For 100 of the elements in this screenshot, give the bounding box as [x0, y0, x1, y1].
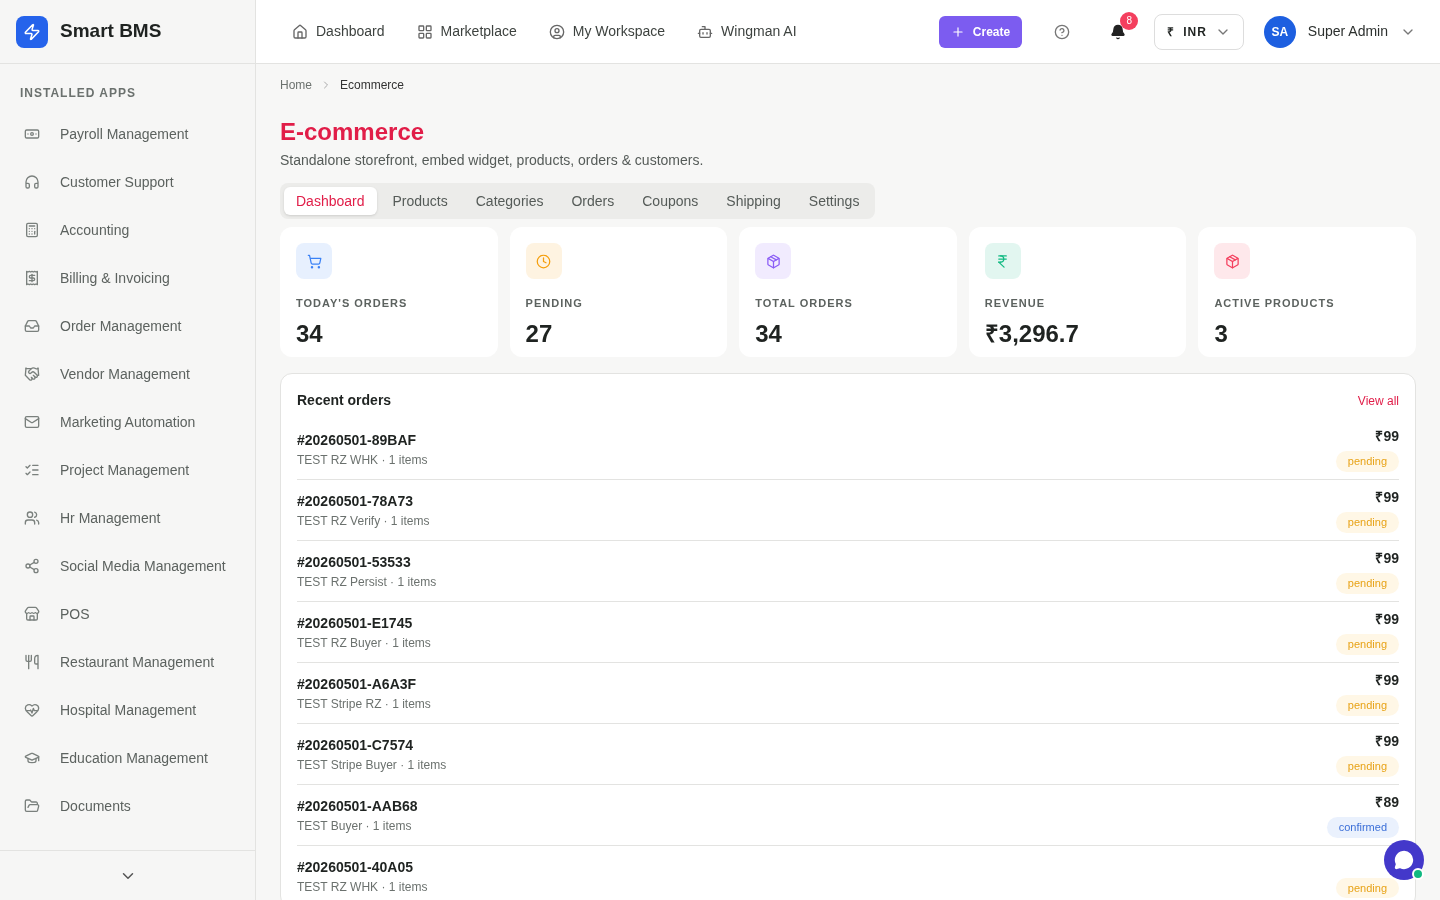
envelope-icon — [24, 414, 40, 430]
tab[interactable]: Categories — [463, 187, 556, 215]
stat-label: ACTIVE PRODUCTS — [1214, 296, 1336, 311]
tab[interactable]: Shipping — [714, 187, 793, 215]
status-badge: pending — [1335, 695, 1399, 716]
utensils-icon — [24, 654, 40, 670]
sidebar-item[interactable]: Restaurant Management — [16, 638, 239, 686]
chat-bubble-icon — [1394, 850, 1414, 870]
cart-icon — [306, 253, 322, 269]
heart-pulse-icon — [24, 702, 40, 718]
calculator-icon — [24, 222, 40, 238]
sidebar-item[interactable]: Education Management — [16, 734, 239, 782]
sidebar-item[interactable]: Social Media Management — [16, 542, 239, 590]
status-badge: pending — [1335, 512, 1399, 533]
nav-link[interactable]: Wingman AI — [685, 13, 809, 50]
card-title: Recent orders — [297, 391, 392, 410]
status-badge: pending — [1335, 451, 1399, 472]
package-icon — [1224, 253, 1240, 269]
tab[interactable]: Coupons — [630, 187, 711, 215]
share-icon — [24, 558, 40, 574]
order-id: #20260501-AAB68 — [297, 796, 418, 816]
graduation-cap-icon — [24, 750, 40, 766]
stat-value: ₹3,296.7 — [984, 318, 1080, 349]
bell-icon — [1110, 23, 1127, 40]
sidebar-item[interactable]: POS — [16, 590, 239, 638]
status-badge: pending — [1335, 634, 1399, 655]
home-icon — [292, 23, 308, 40]
order-amount: ₹99 — [1375, 549, 1399, 569]
order-id: #20260501-89BAF — [297, 430, 418, 450]
order-id: #20260501-C7574 — [297, 735, 414, 755]
order-detail: TEST RZ WHK · 1 items — [297, 878, 428, 896]
status-badge: confirmed — [1326, 817, 1399, 838]
stat-label: PENDING — [525, 296, 584, 311]
page-subtitle: Standalone storefront, embed widget, products, orders & customers. — [280, 151, 705, 170]
sidebar-item[interactable]: Documents — [16, 782, 239, 830]
breadcrumb-current: Ecommerce — [340, 77, 405, 94]
sidebar-item[interactable]: Marketing Automation — [16, 398, 239, 446]
order-amount: ₹99 — [1375, 610, 1399, 630]
nav-link[interactable]: Dashboard — [280, 13, 397, 50]
user-circle-icon — [548, 23, 565, 40]
sidebar-item[interactable]: Hr Management — [16, 494, 239, 542]
handshake-icon — [24, 366, 40, 382]
order-amount: ₹99 — [1375, 732, 1399, 752]
sidebar-item[interactable]: Customer Support — [16, 158, 239, 206]
status-badge: pending — [1335, 756, 1399, 777]
create-button[interactable]: Create — [938, 15, 1023, 48]
logo-icon — [16, 15, 48, 48]
checklist-icon — [24, 462, 40, 478]
currency-select[interactable]: ₹ INR — [1154, 13, 1244, 50]
stat-value: 3 — [1214, 318, 1229, 349]
tab[interactable]: Products — [380, 187, 460, 215]
section-heading: INSTALLED APPS — [19, 85, 137, 102]
order-detail: TEST RZ Buyer · 1 items — [297, 634, 431, 652]
stat-value: 34 — [296, 318, 324, 349]
stat-label: TOTAL ORDERS — [755, 296, 854, 311]
order-amount: ₹99 — [1375, 488, 1399, 508]
receipt-icon — [24, 270, 40, 286]
order-id: #20260501-E1745 — [297, 613, 414, 633]
status-badge: pending — [1335, 573, 1399, 594]
order-detail: TEST RZ Persist · 1 items — [297, 573, 437, 591]
view-all-link[interactable]: View all — [1357, 391, 1399, 410]
tab[interactable]: Orders — [559, 187, 627, 215]
order-detail: TEST Buyer · 1 items — [297, 817, 413, 835]
order-id: #20260501-53533 — [297, 552, 412, 572]
tray-icon — [24, 318, 40, 334]
breadcrumb-link[interactable]: Home — [280, 76, 312, 94]
sidebar-item[interactable]: Order Management — [16, 302, 239, 350]
sidebar-item[interactable]: Billing & Invoicing — [16, 254, 239, 302]
chat-button[interactable] — [1384, 840, 1424, 880]
order-amount: ₹99 — [1375, 427, 1399, 447]
status-badge: pending — [1335, 877, 1399, 899]
avatar: SA — [1263, 15, 1296, 48]
notification-count: 8 — [1120, 11, 1139, 30]
stat-value: 27 — [525, 318, 554, 349]
store-icon — [24, 606, 40, 622]
page-title: E-commerce — [280, 117, 426, 147]
order-detail: TEST RZ WHK · 1 items — [297, 451, 428, 469]
help-icon[interactable] — [1054, 23, 1071, 40]
folder-icon — [24, 798, 40, 814]
order-detail: TEST RZ Verify · 1 items — [297, 512, 430, 530]
order-id: #20260501-78A73 — [297, 491, 414, 511]
stat-label: REVENUE — [984, 296, 1046, 311]
plus-icon — [950, 24, 965, 39]
user-menu[interactable]: SA Super Admin — [1263, 15, 1416, 48]
order-amount: ₹99 — [1375, 671, 1399, 691]
sidebar-item[interactable]: Accounting — [16, 206, 239, 254]
stat-value: 34 — [755, 318, 783, 349]
order-amount: ₹89 — [1375, 793, 1399, 813]
tab[interactable]: Dashboard — [284, 187, 377, 215]
sidebar-item[interactable]: Vendor Management — [16, 350, 239, 398]
sidebar-item[interactable]: Project Management — [16, 446, 239, 494]
order-id: #20260501-40A05 — [297, 857, 414, 877]
sidebar-item[interactable]: Hospital Management — [16, 686, 239, 734]
nav-link[interactable]: My Workspace — [536, 13, 678, 50]
tab[interactable]: Settings — [796, 187, 872, 215]
sidebar-item[interactable]: Payroll Management — [16, 110, 239, 158]
banknote-icon — [24, 126, 40, 142]
nav-link[interactable]: Marketplace — [404, 13, 529, 50]
robot-icon — [697, 23, 714, 40]
order-detail: TEST Stripe RZ · 1 items — [297, 695, 431, 713]
